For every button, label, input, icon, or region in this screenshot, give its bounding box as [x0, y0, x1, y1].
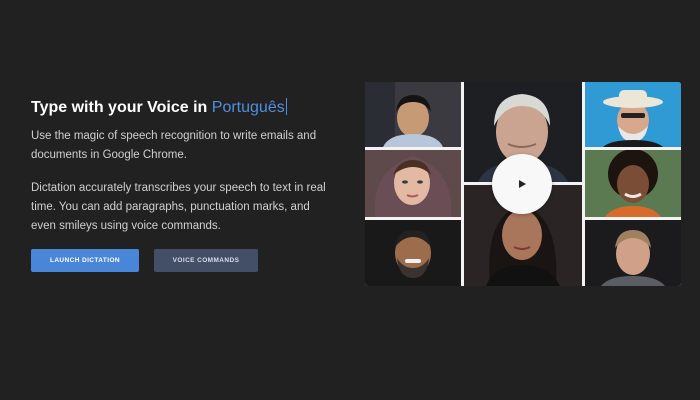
- play-icon: [519, 180, 526, 188]
- language-text: Português: [211, 99, 285, 116]
- text-caret: [285, 98, 287, 115]
- portrait-bearded-man: [365, 220, 461, 286]
- portrait-woman-headscarf: [365, 150, 461, 217]
- play-button[interactable]: [492, 154, 552, 214]
- voice-commands-button[interactable]: VOICE COMMANDS: [154, 249, 258, 272]
- page-title: Type with your Voice in Português: [31, 96, 331, 120]
- portrait-young-man: [365, 82, 461, 147]
- description-paragraph: Dictation accurately transcribes your sp…: [31, 182, 326, 232]
- button-row: LAUNCH DICTATION VOICE COMMANDS: [31, 249, 258, 272]
- portrait-man-white-hat: [585, 82, 681, 147]
- portrait-woman-curly-hair: [585, 150, 681, 217]
- title-prefix: Type with your Voice in: [31, 99, 208, 116]
- portrait-blond-man: [585, 220, 681, 286]
- hero-text: Type with your Voice in Português Use th…: [31, 96, 331, 236]
- launch-dictation-button[interactable]: LAUNCH DICTATION: [31, 249, 139, 272]
- intro-paragraph: Use the magic of speech recognition to w…: [31, 130, 317, 161]
